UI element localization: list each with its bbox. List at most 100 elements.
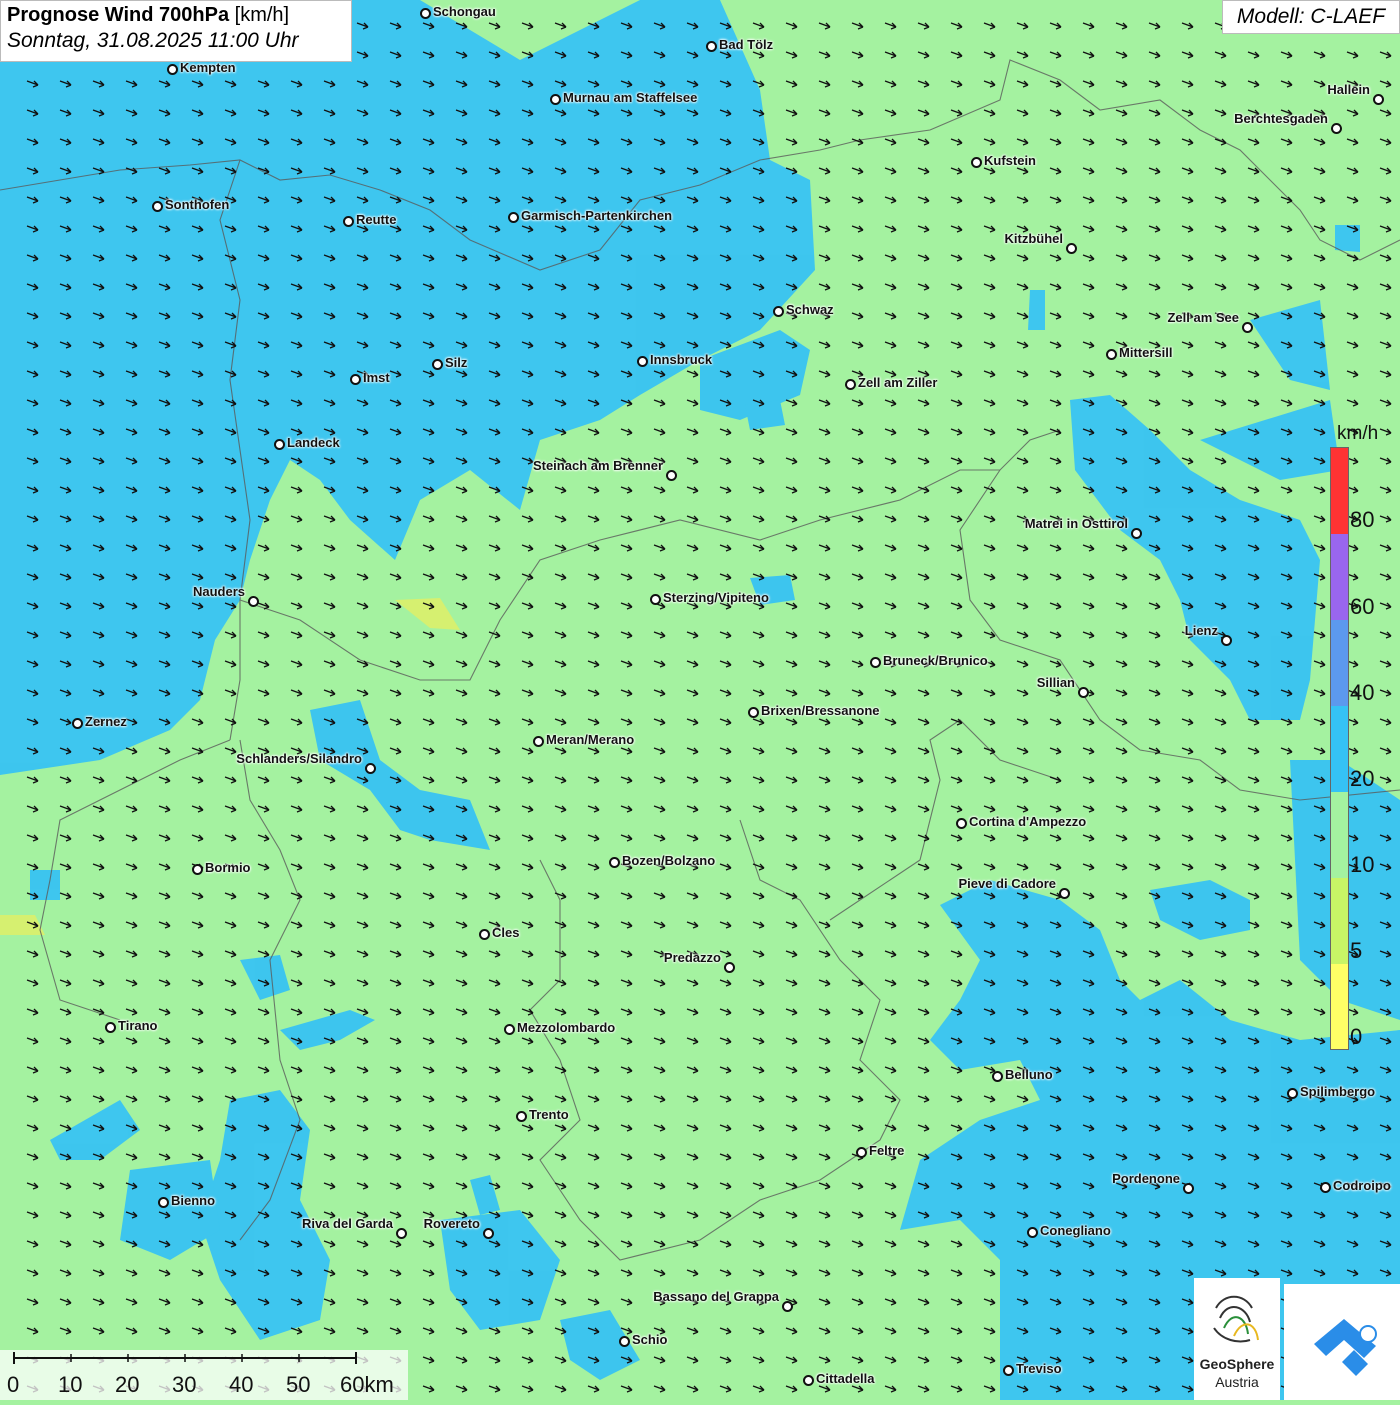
legend-label-60: 60 bbox=[1350, 594, 1375, 619]
city-marker bbox=[365, 763, 376, 774]
city-marker bbox=[483, 1228, 494, 1239]
city-marker bbox=[533, 736, 544, 747]
city-label: Cortina d'Ampezzo bbox=[969, 814, 1087, 829]
city-label: Sonthofen bbox=[165, 197, 230, 212]
scale-label-10: 10 bbox=[58, 1372, 83, 1397]
scale-label-20: 20 bbox=[115, 1372, 140, 1397]
city-marker bbox=[479, 929, 490, 940]
city-label: Bruneck/Brunico bbox=[883, 653, 988, 668]
title-box: Prognose Wind 700hPa [km/h] Sonntag, 31.… bbox=[0, 0, 352, 62]
city-marker bbox=[845, 379, 856, 390]
city-marker bbox=[1373, 94, 1384, 105]
scale-label-60km: 60km bbox=[340, 1372, 394, 1397]
city-marker bbox=[192, 864, 203, 875]
legend-label-80: 80 bbox=[1350, 507, 1375, 532]
city-label: Rovereto bbox=[423, 1216, 480, 1231]
scale-label-0: 0 bbox=[7, 1372, 20, 1397]
city-label: Bienno bbox=[171, 1193, 216, 1208]
city-label: Bassano del Grappa bbox=[653, 1289, 779, 1304]
city-marker bbox=[343, 216, 354, 227]
legend-seg-0-5 bbox=[1331, 964, 1348, 1049]
city-label: Kempten bbox=[180, 60, 236, 75]
city-label: Pordenone bbox=[1112, 1171, 1180, 1186]
city-label: Steinach am Brenner bbox=[532, 458, 663, 473]
forecast-datetime: Sonntag, 31.08.2025 11:00 Uhr bbox=[7, 29, 299, 52]
legend-seg-40-60 bbox=[1331, 620, 1348, 706]
legend-seg-60-80 bbox=[1331, 534, 1348, 620]
city-marker bbox=[274, 439, 285, 450]
legend-seg-80plus bbox=[1331, 448, 1348, 534]
city-label: Landeck bbox=[287, 435, 340, 450]
city-marker bbox=[1131, 528, 1142, 539]
geosphere-logo[interactable]: GeoSphere Austria bbox=[1194, 1278, 1280, 1400]
city-label: Innsbruck bbox=[650, 352, 713, 367]
map-title-main: Prognose Wind 700hPa bbox=[7, 4, 230, 26]
legend-seg-5-10 bbox=[1331, 878, 1348, 964]
city-marker bbox=[1003, 1365, 1014, 1376]
city-label: Cittadella bbox=[816, 1371, 875, 1386]
city-marker bbox=[158, 1197, 169, 1208]
city-marker bbox=[637, 356, 648, 367]
city-marker bbox=[706, 41, 717, 52]
city-marker bbox=[167, 64, 178, 75]
scale-label-40: 40 bbox=[229, 1372, 254, 1397]
city-marker bbox=[1106, 349, 1117, 360]
city-label: Matrei in Osttirol bbox=[1024, 516, 1128, 531]
city-label: Sterzing/Vipiteno bbox=[663, 590, 769, 605]
city-marker bbox=[248, 596, 259, 607]
city-marker bbox=[550, 94, 561, 105]
city-marker bbox=[956, 818, 967, 829]
city-label: Kufstein bbox=[984, 153, 1036, 168]
city-marker bbox=[1059, 888, 1070, 899]
cloud-arrow-logo-icon bbox=[1314, 1319, 1377, 1376]
city-label: Zell am See bbox=[1167, 310, 1239, 325]
city-label: Pieve di Cadore bbox=[958, 876, 1056, 891]
legend-seg-10-20 bbox=[1331, 792, 1348, 878]
legend-color-bar bbox=[1330, 447, 1349, 1050]
city-marker bbox=[508, 212, 519, 223]
city-marker bbox=[870, 657, 881, 668]
city-label: Bad Tölz bbox=[719, 37, 774, 52]
city-marker bbox=[1320, 1182, 1331, 1193]
city-marker bbox=[1331, 123, 1342, 134]
city-label: Feltre bbox=[869, 1143, 905, 1158]
city-label: Hallein bbox=[1327, 82, 1370, 97]
city-label: Belluno bbox=[1005, 1067, 1053, 1082]
city-label: Kitzbühel bbox=[1004, 231, 1064, 246]
logo-text-geosphere: GeoSphere bbox=[1199, 1356, 1275, 1372]
city-marker bbox=[609, 857, 620, 868]
city-marker bbox=[504, 1024, 515, 1035]
legend-label-5: 5 bbox=[1350, 938, 1363, 963]
city-label: Riva del Garda bbox=[301, 1216, 393, 1231]
city-marker bbox=[666, 470, 677, 481]
city-marker bbox=[152, 201, 163, 212]
city-marker bbox=[1027, 1227, 1038, 1238]
city-label: Mittersill bbox=[1119, 345, 1173, 360]
city-label: Conegliano bbox=[1040, 1223, 1111, 1238]
city-label: Mezzolombardo bbox=[517, 1020, 616, 1035]
legend-label-0: 0 bbox=[1350, 1024, 1363, 1049]
city-label: Codroipo bbox=[1333, 1178, 1391, 1193]
city-label: Schlanders/Silandro bbox=[236, 751, 362, 766]
city-marker bbox=[1078, 687, 1089, 698]
city-marker bbox=[971, 157, 982, 168]
city-label: Schwaz bbox=[786, 302, 834, 317]
city-marker bbox=[432, 359, 443, 370]
city-label: Schio bbox=[632, 1332, 668, 1347]
scale-label-50: 50 bbox=[286, 1372, 311, 1397]
city-label: Predazzo bbox=[663, 950, 721, 965]
city-label: Zell am Ziller bbox=[858, 375, 938, 390]
city-label: Garmisch-Partenkirchen bbox=[521, 208, 673, 223]
city-marker bbox=[1242, 322, 1253, 333]
city-marker bbox=[724, 962, 735, 973]
legend-label-40: 40 bbox=[1350, 680, 1375, 705]
city-label: Bozen/Bolzano bbox=[622, 853, 716, 868]
city-label: Bormio bbox=[205, 860, 251, 875]
partner-logo[interactable] bbox=[1284, 1284, 1400, 1400]
city-label: Tirano bbox=[118, 1018, 158, 1033]
city-marker bbox=[773, 306, 784, 317]
city-marker bbox=[748, 707, 759, 718]
city-marker bbox=[105, 1022, 116, 1033]
legend-seg-20-40 bbox=[1331, 706, 1348, 792]
scale-label-30: 30 bbox=[172, 1372, 197, 1397]
